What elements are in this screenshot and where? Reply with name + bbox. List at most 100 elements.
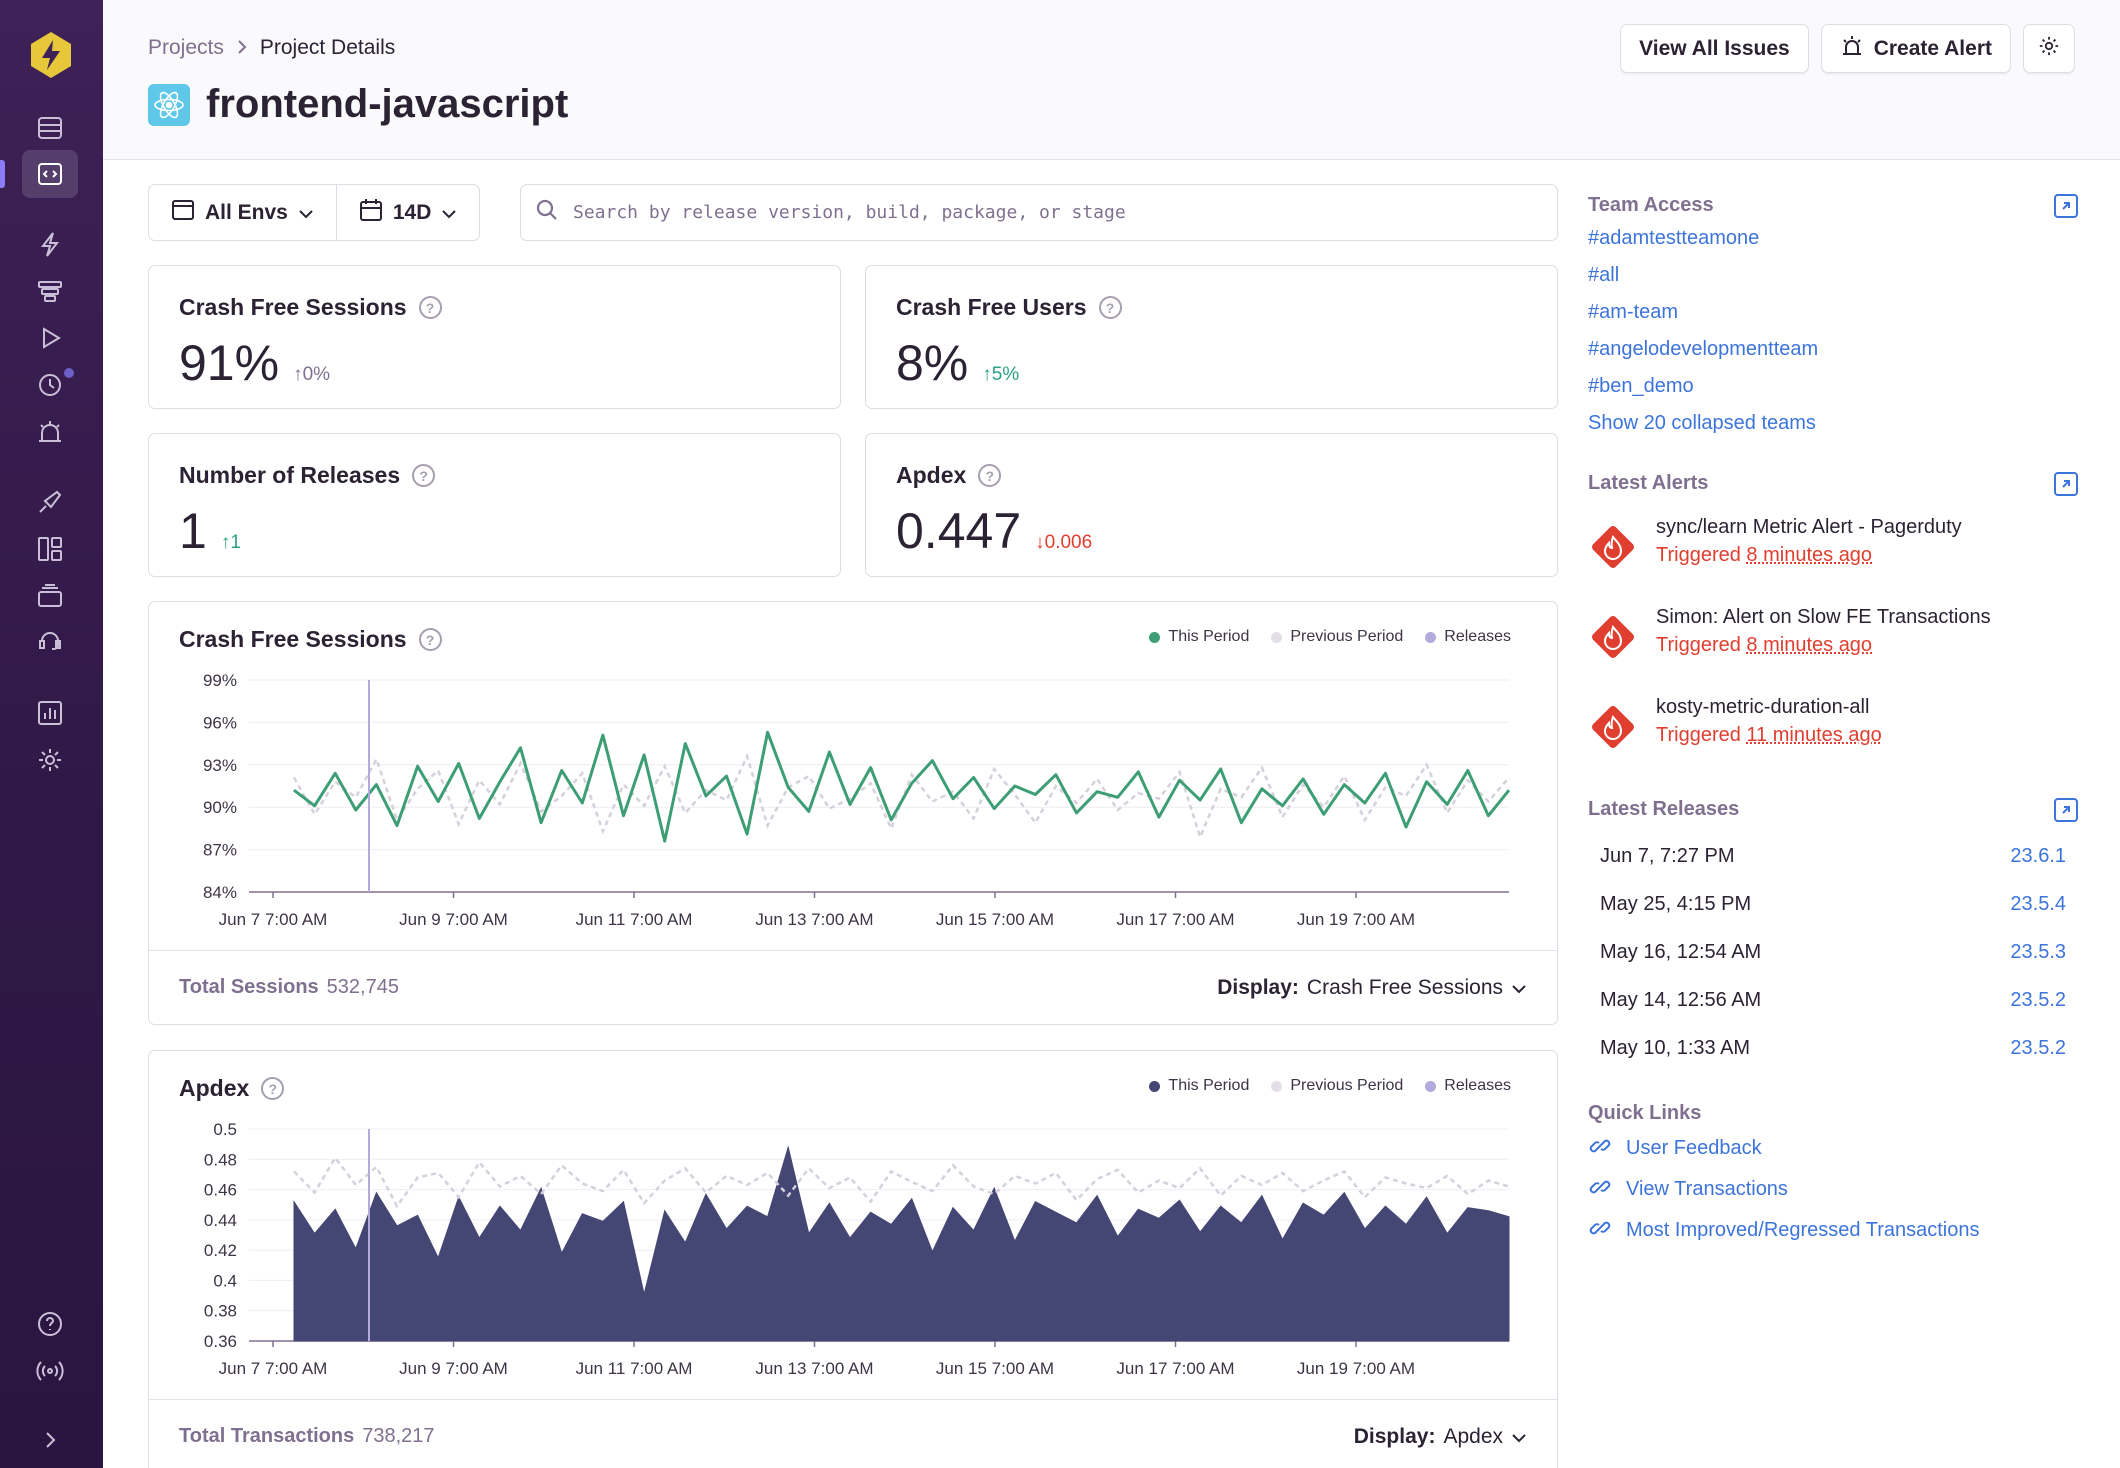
legend-this-period[interactable]: This Period [1149,628,1249,646]
release-version-link[interactable]: 23.5.2 [2010,989,2066,1012]
header-actions: View All Issues Create Alert [1620,24,2075,73]
settings-icon[interactable] [22,736,78,784]
logo-icon[interactable] [29,30,73,80]
view-all-issues-button[interactable]: View All Issues [1620,24,1809,73]
create-alert-button[interactable]: Create Alert [1820,24,2011,73]
x-tick-label: Jun 13 7:00 AM [755,1359,873,1378]
replays-icon[interactable] [22,314,78,362]
alert-item[interactable]: kosty-metric-duration-all Triggered 11 mi… [1588,696,2078,768]
alert-details: Simon: Alert on Slow FE Transactions Trig… [1656,606,1991,678]
x-tick-label: Jun 19 7:00 AM [1297,910,1415,929]
release-row: May 25, 4:15 PM 23.5.4 [1588,880,2078,928]
display-selector[interactable]: Display: Apdex [1354,1425,1527,1449]
alerts-icon[interactable] [22,408,78,456]
create-alert-label: Create Alert [1873,36,1992,60]
search-icon [535,198,559,227]
open-external-icon[interactable] [2054,472,2078,496]
release-version-link[interactable]: 23.6.1 [2010,845,2066,868]
question-icon[interactable]: ? [418,628,442,651]
performance-icon[interactable] [22,220,78,268]
release-row: May 14, 12:56 AM 23.5.2 [1588,976,2078,1024]
chevron-down-icon [1511,1425,1527,1449]
quick-link[interactable]: View Transactions [1588,1169,2078,1210]
alert-item[interactable]: sync/learn Metric Alert - Pagerduty Trigg… [1588,516,2078,588]
link-icon [1588,1216,1612,1246]
score-card-crash-free-users: Crash Free Users? 8% ↑5% [865,265,1558,409]
score-delta-value: 0% [302,364,331,385]
question-icon[interactable]: ? [1098,296,1122,319]
score-label: Apdex [896,462,967,488]
score-delta: ↑0% [293,364,330,386]
score-delta-value: 1 [230,532,241,553]
dashboards-icon[interactable] [22,525,78,573]
environment-selector[interactable]: All Envs [149,185,336,240]
score-card-crash-free-sessions: Crash Free Sessions? 91% ↑0% [148,265,841,409]
x-tick-label: Jun 13 7:00 AM [755,910,873,929]
apdex-chart[interactable]: 0.5 0.48 0.46 0.44 0.42 0.4 0.38 0.36 Jun 7 7:00… [149,1121,1558,1391]
y-tick-label: 0.38 [204,1302,237,1321]
page-title: frontend-javascript [206,82,569,126]
issues-icon[interactable] [22,104,78,152]
arrow-up-icon: ↑ [293,364,303,385]
display-selector[interactable]: Display: Crash Free Sessions [1217,976,1527,1000]
release-version-link[interactable]: 23.5.2 [2010,1037,2066,1060]
legend-releases[interactable]: Releases [1425,1077,1511,1095]
release-version-link[interactable]: 23.5.3 [2010,941,2066,964]
team-link[interactable]: #ben_demo [1588,368,2078,405]
score-label: Crash Free Sessions [179,294,407,320]
link-icon [1588,1175,1612,1205]
legend-dot [1271,1080,1283,1092]
legend-dot [1149,1080,1161,1092]
open-external-icon[interactable] [2054,798,2078,822]
profiling-icon[interactable] [22,267,78,315]
quick-link-label: Most Improved/Regressed Transactions [1626,1219,1980,1241]
legend-previous-period[interactable]: Previous Period [1271,628,1403,646]
team-link[interactable]: #all [1588,257,2078,294]
open-external-icon[interactable] [2054,194,2078,218]
help-icon[interactable] [22,1300,78,1348]
environment-value: All Envs [205,200,288,224]
legend-previous-period[interactable]: Previous Period [1271,1077,1403,1095]
alert-item[interactable]: Simon: Alert on Slow FE Transactions Trig… [1588,606,2078,678]
collapse-icon[interactable] [22,1416,78,1464]
release-version-link[interactable]: 23.5.4 [2010,893,2066,916]
display-label: Display: [1217,975,1299,999]
team-link[interactable]: #adamtestteamone [1588,220,2078,257]
discover-icon[interactable] [22,572,78,620]
y-tick-label: 84% [203,883,237,902]
chart-footer: Total Sessions 532,745 Display: Crash Free… [149,950,1557,1024]
releases-icon[interactable] [22,478,78,526]
question-icon[interactable]: ? [978,464,1002,487]
stats-icon[interactable] [22,689,78,737]
legend-label: This Period [1168,1077,1250,1094]
question-icon[interactable]: ? [418,296,442,319]
legend-this-period[interactable]: This Period [1149,1077,1249,1095]
x-tick-label: Jun 7 7:00 AM [219,910,328,929]
team-link[interactable]: #am-team [1588,294,2078,331]
alert-name: Simon: Alert on Slow FE Transactions [1656,606,1991,628]
x-tick-label: Jun 15 7:00 AM [936,910,1054,929]
section-title: Team Access [1588,193,1714,216]
y-tick-label: 0.5 [213,1121,237,1139]
crash-free-sessions-chart[interactable]: 99% 96% 93% 90% 87% 84% Jun 7 7:00 AM Jun 9 7:0… [149,672,1558,942]
breadcrumb-projects[interactable]: Projects [148,36,224,60]
filter-group: All Envs 14D [148,184,481,241]
quick-link[interactable]: User Feedback [1588,1128,2078,1169]
search-input[interactable] [573,202,1533,223]
user-feedback-icon[interactable] [22,619,78,667]
question-icon[interactable]: ? [261,1077,285,1100]
projects-icon[interactable] [0,150,78,198]
date-range-selector[interactable]: 14D [335,185,480,240]
quick-link[interactable]: Most Improved/Regressed Transactions [1588,1210,2078,1251]
show-collapsed-teams-link[interactable]: Show 20 collapsed teams [1588,405,2078,442]
chart-legend: This Period Previous Period Releases [1149,1077,1511,1095]
legend-releases[interactable]: Releases [1425,628,1511,646]
alert-status-label: Triggered [1656,634,1741,656]
alert-time: 8 minutes ago [1746,544,1873,566]
team-link[interactable]: #angelodevelopmentteam [1588,331,2078,368]
release-date: May 25, 4:15 PM [1600,892,1752,915]
question-icon[interactable]: ? [412,464,436,487]
project-settings-button[interactable] [2023,24,2075,73]
broadcasts-icon[interactable] [22,1347,78,1395]
total-label: Total Sessions [179,976,319,998]
